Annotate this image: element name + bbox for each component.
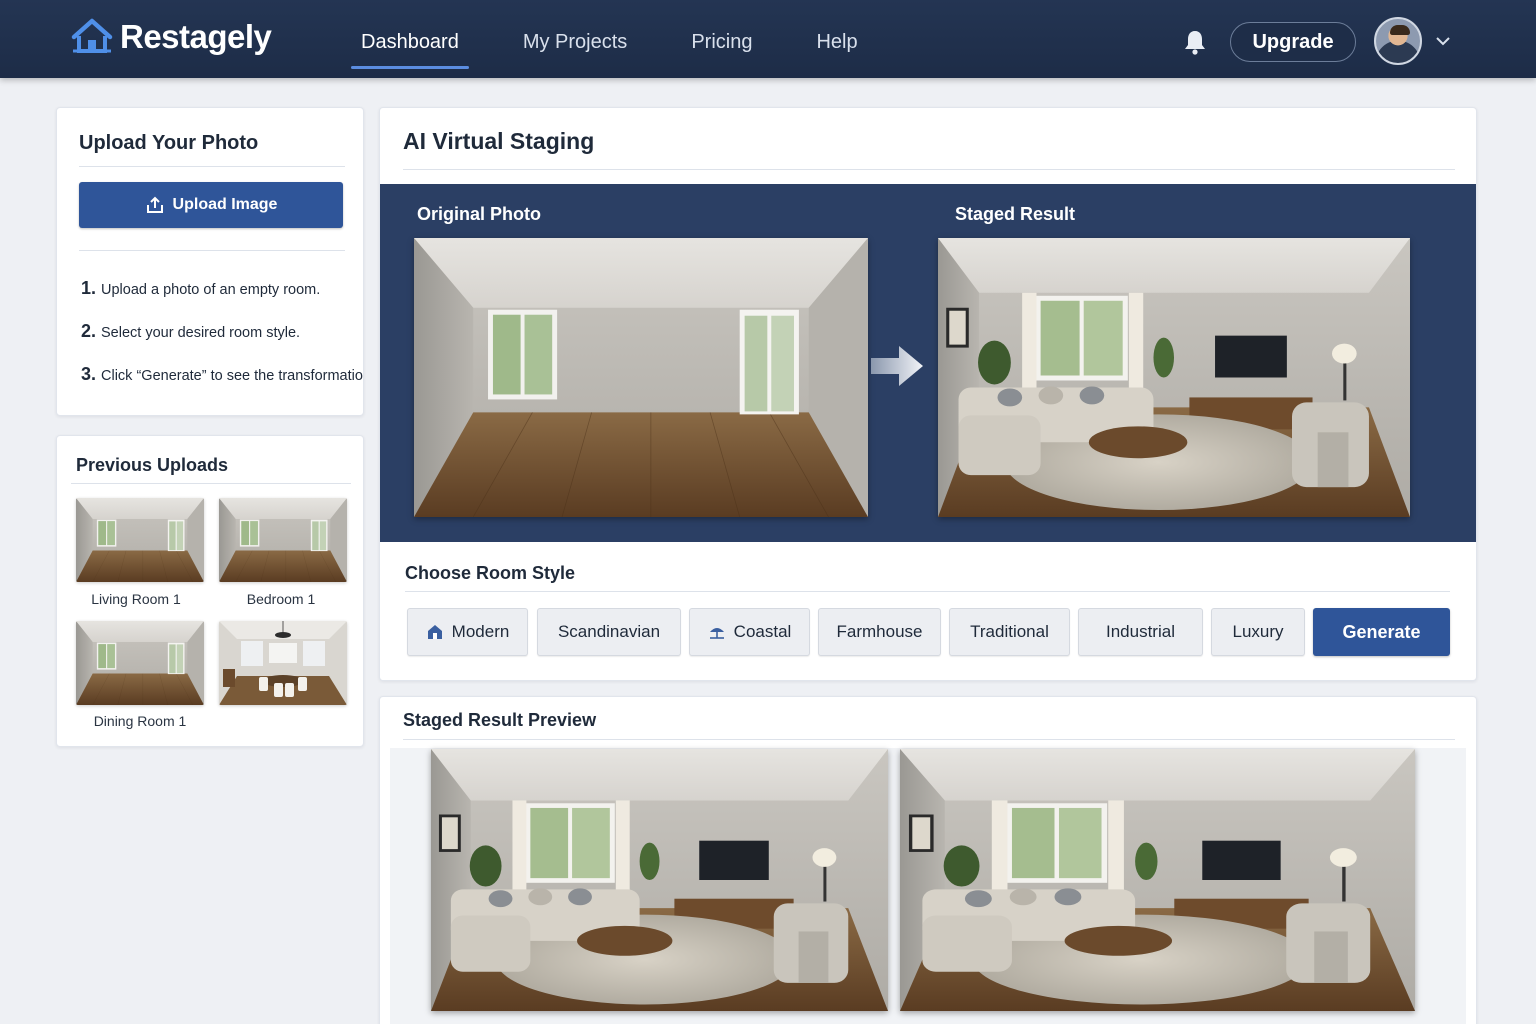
upload-card-body: Upload Your Photo Upload Image 1. Upload … <box>57 108 363 415</box>
step-number: 3. <box>81 364 97 384</box>
room-photo <box>76 498 204 582</box>
step-text: Select your desired room style. <box>101 325 301 341</box>
avatar-hair <box>1390 25 1410 35</box>
style-coastal-button[interactable]: Coastal <box>689 608 810 656</box>
upload-thumbnail-staged-dining[interactable] <box>219 621 347 705</box>
style-modern-button[interactable]: Modern <box>407 608 528 656</box>
staged-room-image <box>431 749 888 1011</box>
virtual-staging-card: AI Virtual Staging Original Photo Staged… <box>379 107 1477 681</box>
staged-result-label: Staged Result <box>955 204 1076 224</box>
room-photo <box>219 498 347 582</box>
nav-help[interactable]: Help <box>795 0 878 78</box>
room-photo <box>219 621 347 705</box>
nav-pricing[interactable]: Pricing <box>670 0 773 78</box>
instruction-step-3: 3. Click “Generate” to see the transforma… <box>81 364 363 385</box>
brand-logo[interactable]: Restagely <box>70 14 272 60</box>
original-photo-label: Original Photo <box>417 204 541 224</box>
divider <box>405 591 1450 592</box>
style-label: Luxury <box>1232 622 1284 641</box>
upload-image-button[interactable]: Upload Image <box>79 182 343 228</box>
step-text: Click “Generate” to see the transformati… <box>101 368 363 384</box>
upload-thumbnail-bedroom[interactable] <box>219 498 347 582</box>
brand-name: Restagely <box>120 18 272 55</box>
style-scandinavian-button[interactable]: Scandinavian <box>537 608 681 656</box>
thumbnail-label: Dining Room 1 <box>93 713 187 729</box>
step-number: 1. <box>81 278 97 298</box>
chevron-down-icon[interactable] <box>1434 32 1452 50</box>
bell-icon[interactable] <box>1181 28 1209 56</box>
upload-thumbnail-dining-room[interactable] <box>76 621 204 705</box>
original-photo <box>414 238 868 517</box>
upload-icon <box>146 196 163 213</box>
step-text: Upload a photo of an empty room. <box>101 282 321 298</box>
staged-room-image <box>900 749 1415 1011</box>
preview-image-1[interactable] <box>431 749 888 1011</box>
staged-result-photo <box>938 238 1410 517</box>
beach-umbrella-icon <box>709 628 724 639</box>
instruction-step-1: 1. Upload a photo of an empty room. <box>81 278 320 299</box>
style-industrial-button[interactable]: Industrial <box>1078 608 1203 656</box>
style-label: Modern <box>451 622 510 641</box>
house-logo-icon <box>71 18 113 53</box>
style-label: Farmhouse <box>836 622 923 641</box>
before-after-panel: Original Photo Staged Result <box>380 184 1476 542</box>
main-nav: Dashboard My Projects Pricing Help <box>340 0 901 78</box>
top-navbar: Restagely Dashboard My Projects Pricing … <box>0 0 1536 78</box>
divider <box>79 166 345 167</box>
room-style-title: Choose Room Style <box>405 563 576 583</box>
style-label: Scandinavian <box>557 622 661 641</box>
staged-preview-card: Staged Result Preview <box>379 696 1477 1024</box>
preview-gallery <box>390 748 1466 1024</box>
preview-title: Staged Result Preview <box>403 710 597 730</box>
empty-room-image <box>414 238 868 517</box>
style-luxury-button[interactable]: Luxury <box>1211 608 1305 656</box>
upload-thumbnail-living-room[interactable] <box>76 498 204 582</box>
divider <box>71 483 351 484</box>
preview-image-2[interactable] <box>900 749 1415 1011</box>
previous-uploads-card: Previous Uploads Living Room 1 Bedroom 1… <box>56 435 364 747</box>
arrow-right-icon <box>871 346 923 386</box>
style-traditional-button[interactable]: Traditional <box>949 608 1070 656</box>
upload-button-label: Upload Image <box>172 196 278 213</box>
upload-title: Upload Your Photo <box>79 132 259 154</box>
nav-dashboard[interactable]: Dashboard <box>340 0 480 78</box>
house-icon <box>427 625 442 639</box>
upload-card: Upload Your Photo Upload Image 1. Upload … <box>56 107 364 416</box>
previous-uploads-title: Previous Uploads <box>76 455 229 475</box>
style-label: Traditional <box>970 622 1049 641</box>
instruction-step-2: 2. Select your desired room style. <box>81 321 300 342</box>
thumbnail-label: Bedroom 1 <box>246 591 316 607</box>
divider <box>403 169 1455 170</box>
staging-title: AI Virtual Staging <box>403 128 595 154</box>
divider <box>403 739 1455 740</box>
room-photo <box>76 621 204 705</box>
style-farmhouse-button[interactable]: Farmhouse <box>818 608 941 656</box>
step-number: 2. <box>81 321 97 341</box>
avatar[interactable] <box>1374 17 1422 65</box>
style-label: Industrial <box>1106 622 1175 641</box>
generate-button[interactable]: Generate <box>1313 608 1450 656</box>
staged-room-image <box>938 238 1410 517</box>
thumbnail-label: Living Room 1 <box>91 591 181 607</box>
divider <box>79 250 345 251</box>
nav-my-projects[interactable]: My Projects <box>502 0 648 78</box>
upgrade-button[interactable]: Upgrade <box>1230 22 1356 62</box>
style-label: Coastal <box>733 622 792 641</box>
